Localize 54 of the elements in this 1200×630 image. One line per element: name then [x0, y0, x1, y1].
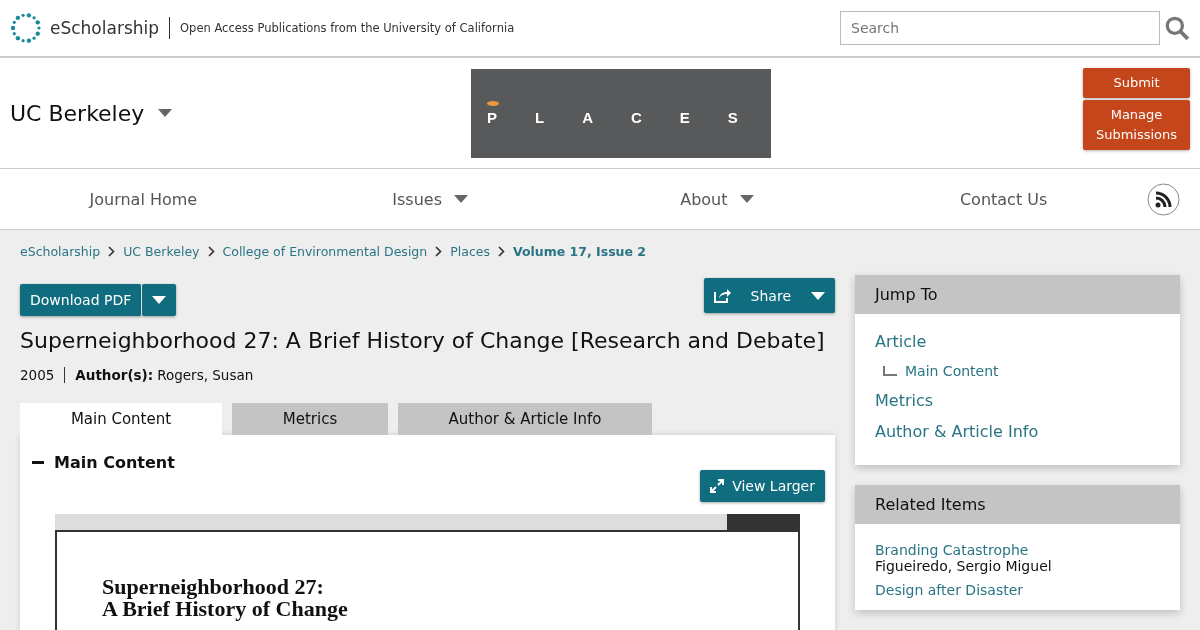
- jump-link[interactable]: Main Content: [905, 363, 999, 379]
- caret-icon: [454, 195, 468, 203]
- caret-icon: [811, 291, 825, 300]
- tab[interactable]: Author & Article Info: [398, 403, 652, 435]
- rss-icon[interactable]: [1147, 182, 1180, 216]
- download-pdf-button[interactable]: Download PDF: [20, 284, 143, 316]
- chevron-icon: [497, 245, 505, 257]
- breadcrumb-link[interactable]: eScholarship: [20, 243, 101, 259]
- breadcrumb-link[interactable]: Volume 17, Issue 2: [512, 243, 647, 259]
- document-heading-line: Superneighborhood 27:: [102, 576, 325, 598]
- related-item-link[interactable]: Design after Disaster: [875, 582, 1160, 598]
- breadcrumb-link[interactable]: UC Berkeley: [123, 243, 200, 259]
- nav-link[interactable]: Contact Us: [959, 189, 1048, 209]
- chevron-icon: [207, 245, 215, 257]
- related-item-link[interactable]: Branding Catastrophe: [875, 542, 1160, 558]
- tab[interactable]: Metrics: [232, 403, 388, 435]
- tab[interactable]: Main Content: [20, 403, 222, 435]
- logo-icon: [10, 12, 42, 44]
- tagline: Open Access Publications from the University of California: [169, 17, 515, 39]
- chevron-icon: [108, 245, 116, 257]
- journal-banner[interactable]: PLACES: [471, 69, 771, 158]
- related-item-author: Figueiredo, Sergio Miguel: [875, 558, 1053, 574]
- tree-branch-icon: [883, 366, 897, 376]
- jump-link[interactable]: Article: [875, 332, 927, 351]
- document-heading-line: A Brief History of Change: [102, 598, 349, 620]
- jump-link[interactable]: Metrics: [875, 391, 934, 410]
- expand-icon: [710, 479, 725, 493]
- campus-name[interactable]: UC Berkeley: [10, 100, 145, 126]
- section-toggle[interactable]: Main Content: [32, 453, 175, 472]
- share-button[interactable]: Share: [703, 278, 835, 313]
- caret-icon: [739, 195, 754, 203]
- publication-year: 2005: [20, 367, 66, 383]
- share-icon: [713, 288, 731, 303]
- breadcrumb-link[interactable]: Places: [450, 243, 490, 259]
- caret-icon: [152, 296, 167, 304]
- view-larger-button[interactable]: View Larger: [700, 470, 825, 502]
- nav-link[interactable]: About: [680, 189, 728, 209]
- search-icon[interactable]: [1164, 15, 1190, 41]
- download-options-button[interactable]: [142, 284, 177, 316]
- author-label: Author(s):: [75, 367, 154, 383]
- search-field[interactable]: Search: [840, 11, 1160, 45]
- author-link[interactable]: Rogers, Susan: [157, 367, 254, 383]
- manage-submissions-button[interactable]: Manage Submissions: [1083, 100, 1190, 150]
- jump-link[interactable]: Author & Article Info: [875, 422, 1039, 441]
- submit-button[interactable]: Submit: [1083, 68, 1190, 98]
- breadcrumb-link[interactable]: College of Environmental Design: [222, 243, 428, 259]
- nav-link[interactable]: Issues: [392, 189, 442, 209]
- related-items-heading: Related Items: [855, 485, 1180, 524]
- article-title: Superneighborhood 27: A Brief History of Change [Research and Debate]: [20, 328, 826, 353]
- caret-icon: [158, 109, 173, 117]
- jump-to-heading: Jump To: [855, 275, 1180, 314]
- chevron-icon: [435, 245, 443, 257]
- nav-link[interactable]: Journal Home: [89, 189, 198, 209]
- site-name[interactable]: eScholarship: [50, 18, 160, 38]
